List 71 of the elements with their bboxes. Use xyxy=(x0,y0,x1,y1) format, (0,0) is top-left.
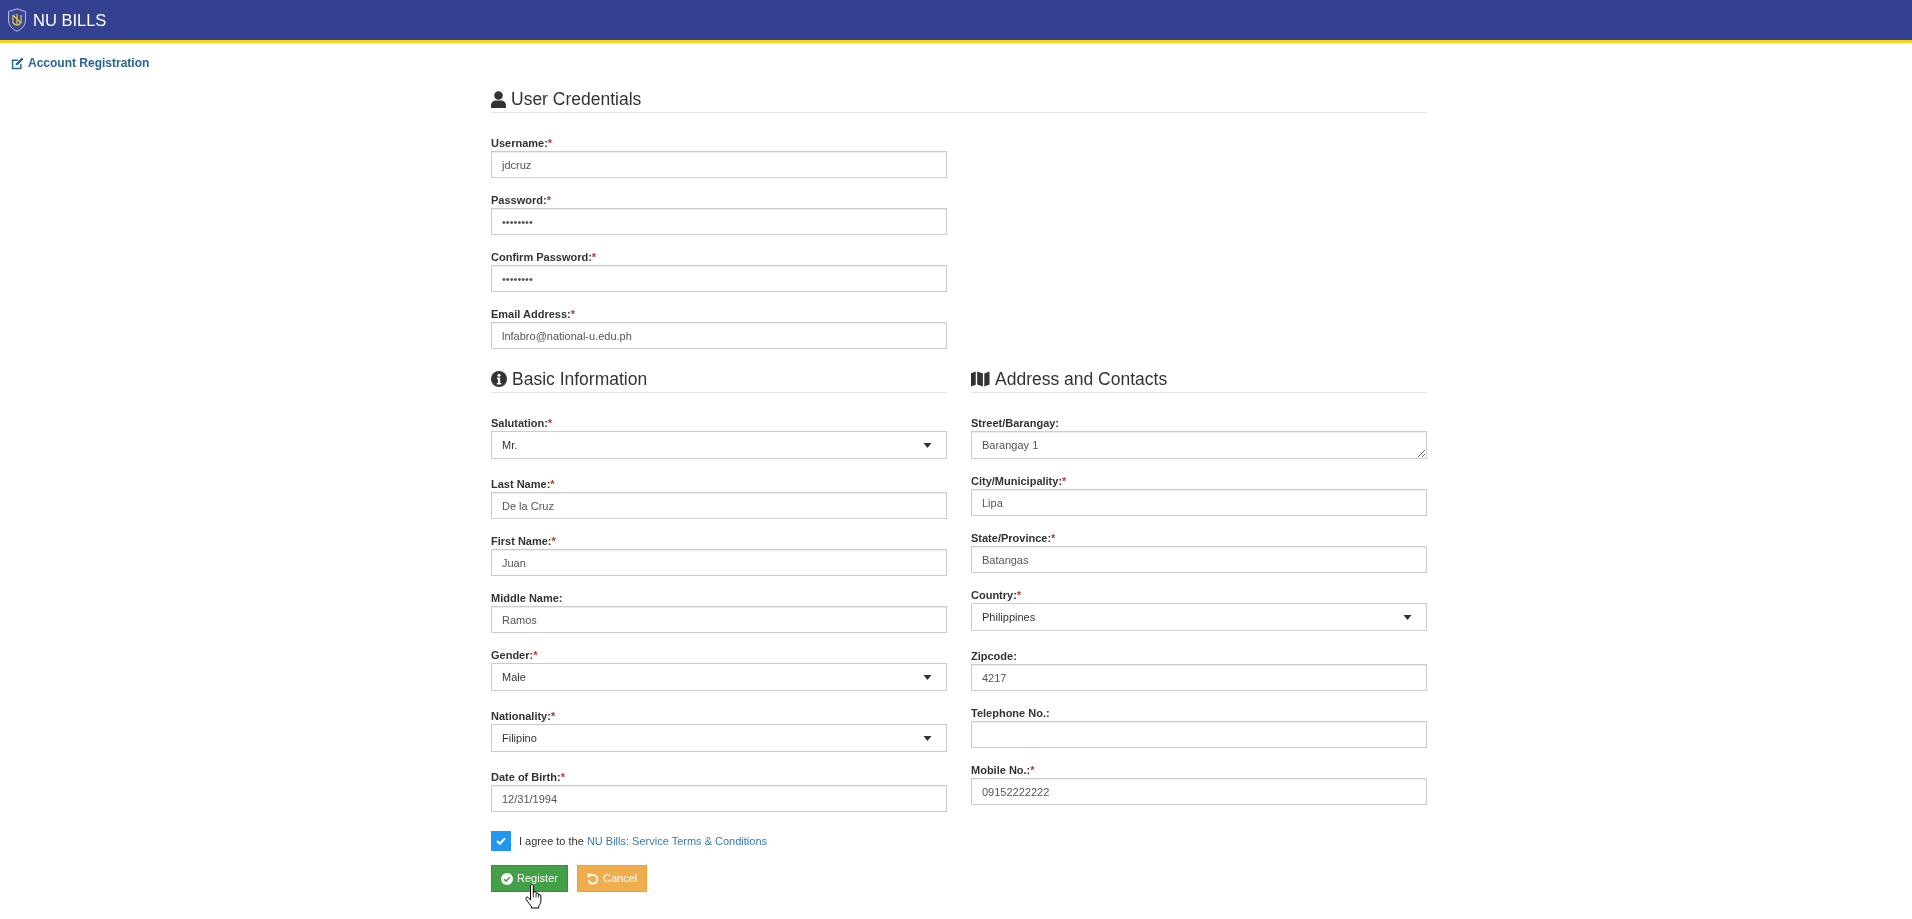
hand-cursor-icon xyxy=(525,884,543,909)
agreement-text: I agree to the NU Bills: Service Terms & Conditions xyxy=(519,833,768,849)
field-label: Date of Birth: xyxy=(491,771,561,783)
required-asterisk: * xyxy=(550,478,555,490)
brand-name[interactable]: NU BILLS xyxy=(33,10,107,30)
required-asterisk: * xyxy=(550,710,556,722)
page-title: Account Registration xyxy=(28,56,150,70)
user-icon xyxy=(491,90,506,108)
dropdown[interactable]: Male xyxy=(491,663,947,691)
text-field[interactable]: 4217 xyxy=(971,664,1427,691)
text-field[interactable]: De la Cruz xyxy=(491,492,947,519)
field-label: Nationality: xyxy=(491,710,551,722)
field-label: Username: xyxy=(491,137,548,149)
field-label: Email Address: xyxy=(491,308,571,320)
text-field[interactable]: 09152222222 xyxy=(971,778,1427,805)
text-field[interactable]: Lipa xyxy=(971,489,1427,516)
text-field[interactable]: Batangas xyxy=(971,546,1427,573)
field-label: Country: xyxy=(971,589,1017,601)
required-asterisk: * xyxy=(547,137,553,149)
required-asterisk: * xyxy=(533,649,538,661)
text-field[interactable]: Ramos xyxy=(491,606,947,633)
undo-icon xyxy=(586,872,599,885)
section-title: Basic Information xyxy=(512,369,648,389)
required-asterisk: * xyxy=(570,308,575,320)
checkbox[interactable] xyxy=(491,831,511,851)
edit-icon xyxy=(11,56,24,70)
caret-icon xyxy=(1403,614,1412,620)
field-label: Password: xyxy=(491,194,547,206)
text-field[interactable]: 12/31/1994 xyxy=(491,785,947,812)
password-field[interactable]: •••••••• xyxy=(491,265,947,292)
dropdown[interactable]: Philippines xyxy=(971,603,1427,631)
field-label: City/Municipality: xyxy=(971,475,1063,487)
required-asterisk: * xyxy=(1016,589,1022,601)
caret-icon xyxy=(923,442,932,448)
text-field[interactable] xyxy=(971,721,1427,748)
required-asterisk: * xyxy=(591,251,597,263)
text-area[interactable]: Barangay 1 xyxy=(971,431,1427,459)
field-label: Street/Barangay: xyxy=(971,417,1060,429)
field-label: Salutation: xyxy=(491,417,548,429)
dropdown[interactable]: Filipino xyxy=(491,724,947,752)
field-label: Telephone No.: xyxy=(971,707,1050,719)
map-icon xyxy=(971,371,990,387)
field-label: State/Province: xyxy=(971,532,1052,544)
required-asterisk: * xyxy=(551,535,556,547)
required-asterisk: * xyxy=(547,417,553,429)
dropdown[interactable]: Mr. xyxy=(491,431,947,459)
check-icon xyxy=(496,837,506,845)
text-field[interactable]: Juan xyxy=(491,549,947,576)
section-title: Address and Contacts xyxy=(995,369,1168,389)
caret-icon xyxy=(923,674,932,680)
caret-icon xyxy=(923,735,932,741)
text-field[interactable]: jdcruz xyxy=(491,151,947,178)
info-icon xyxy=(491,371,507,387)
shield-logo-icon[interactable] xyxy=(7,8,27,32)
text-field[interactable]: lnfabro@national-u.edu.ph xyxy=(491,322,947,349)
field-label: Last Name: xyxy=(491,478,551,490)
required-asterisk: * xyxy=(1062,475,1067,487)
required-asterisk: * xyxy=(546,194,551,206)
field-label: Confirm Password: xyxy=(491,251,592,263)
required-asterisk: * xyxy=(1030,764,1035,776)
check-circle-icon xyxy=(501,872,513,885)
field-label: Middle Name: xyxy=(491,592,563,604)
required-asterisk: * xyxy=(1051,532,1056,544)
section-title: User Credentials xyxy=(511,89,642,109)
field-label: Gender: xyxy=(491,649,534,661)
field-label: Zipcode: xyxy=(971,650,1017,662)
field-label: First Name: xyxy=(491,535,552,547)
field-label: Mobile No.: xyxy=(971,764,1031,776)
required-asterisk: * xyxy=(560,771,565,783)
password-field[interactable]: •••••••• xyxy=(491,208,947,235)
terms-link[interactable]: NU Bills: Service Terms & Conditions xyxy=(586,834,768,847)
